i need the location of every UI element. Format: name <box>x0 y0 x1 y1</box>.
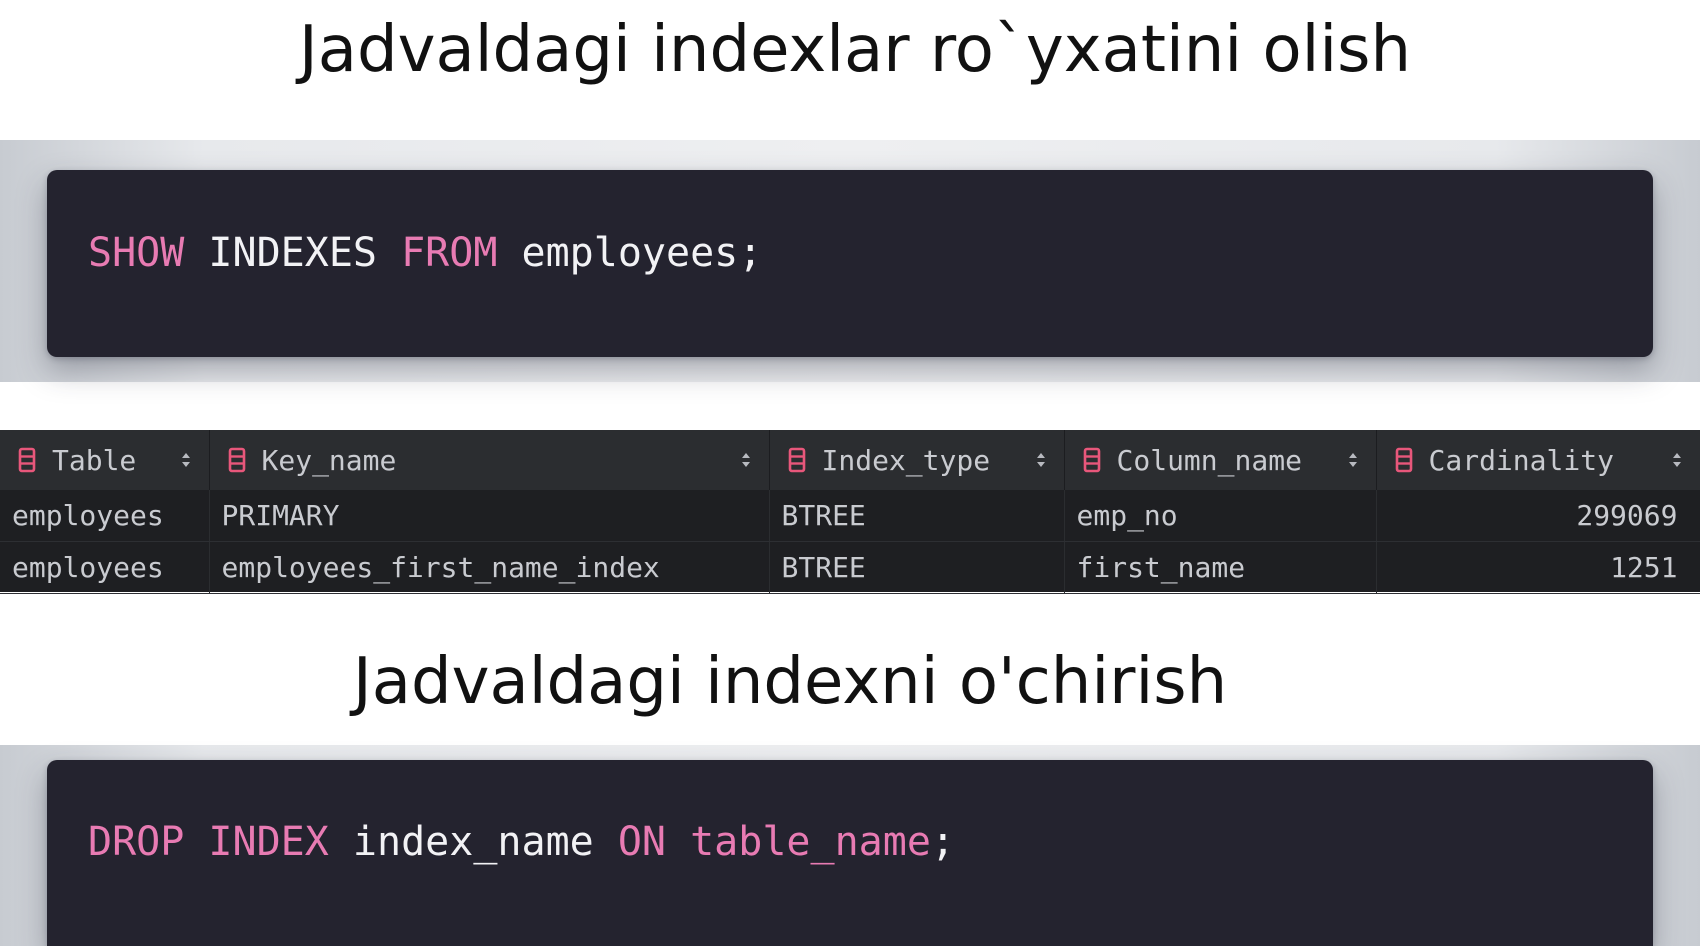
keyword-from: FROM <box>401 230 498 276</box>
sort-arrows-icon[interactable] <box>1670 449 1684 471</box>
column-label-index-type: Index_type <box>821 443 991 477</box>
results-header-row: Table Key_name Index_type Column_name Ca… <box>0 430 1700 490</box>
column-header-cardinality[interactable]: Cardinality <box>1376 430 1700 490</box>
code-text-employees: employees; <box>497 230 763 276</box>
cell-table[interactable]: employees <box>0 541 210 594</box>
column-label-cardinality: Cardinality <box>1428 443 1614 477</box>
code-text-table-name: table_name <box>690 819 931 865</box>
keyword-show: SHOW <box>88 230 185 276</box>
column-label-key-name: Key_name <box>261 443 397 477</box>
code-text-indexes: INDEXES <box>184 230 402 276</box>
sort-arrows-icon[interactable] <box>1346 449 1360 471</box>
keyword-on: ON <box>617 819 666 865</box>
cell-key-name[interactable]: employees_first_name_index <box>209 541 770 594</box>
column-label-column-name: Column_name <box>1116 443 1302 477</box>
column-header-table[interactable]: Table <box>0 430 210 490</box>
column-header-key-name[interactable]: Key_name <box>209 430 770 490</box>
sort-arrows-icon[interactable] <box>179 449 193 471</box>
table-column-icon <box>228 447 245 473</box>
table-column-icon <box>1395 447 1412 473</box>
column-header-index-type[interactable]: Index_type <box>769 430 1065 490</box>
cell-index-type[interactable]: BTREE <box>769 541 1065 594</box>
cell-cardinality[interactable]: 1251 <box>1376 541 1700 594</box>
cell-column-name[interactable]: first_name <box>1064 541 1377 594</box>
cell-index-type[interactable]: BTREE <box>769 490 1065 542</box>
code-band-drop: DROP INDEX index_name ON table_name; <box>0 745 1700 946</box>
column-header-column-name[interactable]: Column_name <box>1064 430 1377 490</box>
heading-list-indexes-text: Jadvaldagi indexlar ro`yxatini olish <box>298 13 1412 87</box>
heading-drop-index: Jadvaldagi indexni o'chirish <box>0 650 1700 714</box>
code-text-space <box>666 819 690 865</box>
code-line-show-indexes: SHOW INDEXES FROM employees; <box>88 230 762 276</box>
code-line-drop-index: DROP INDEX index_name ON table_name; <box>88 819 955 865</box>
table-column-icon <box>788 447 805 473</box>
cell-cardinality[interactable]: 299069 <box>1376 490 1700 542</box>
sort-arrows-icon[interactable] <box>739 449 753 471</box>
table-row[interactable]: employees employees_first_name_index BTR… <box>0 541 1700 594</box>
cell-table[interactable]: employees <box>0 490 210 542</box>
code-block-drop-index: DROP INDEX index_name ON table_name; <box>47 760 1653 946</box>
code-text-index-name: index_name <box>328 819 618 865</box>
results-table-panel: Table Key_name Index_type Column_name Ca… <box>0 430 1700 594</box>
table-column-icon <box>18 447 36 473</box>
heading-drop-index-text: Jadvaldagi indexni o'chirish <box>352 645 1228 719</box>
column-label-table: Table <box>52 443 137 477</box>
code-block-show-indexes: SHOW INDEXES FROM employees; <box>47 170 1653 357</box>
results-table: Table Key_name Index_type Column_name Ca… <box>0 430 1700 594</box>
code-text-semicolon: ; <box>930 819 955 865</box>
table-row[interactable]: employees PRIMARY BTREE emp_no 299069 <box>0 490 1700 542</box>
table-column-icon <box>1083 447 1100 473</box>
sort-arrows-icon[interactable] <box>1034 449 1048 471</box>
slide: Jadvaldagi indexlar ro`yxatini olish SHO… <box>0 0 1700 946</box>
keyword-drop-index: DROP INDEX <box>88 819 329 865</box>
cell-column-name[interactable]: emp_no <box>1064 490 1377 542</box>
heading-list-indexes: Jadvaldagi indexlar ro`yxatini olish <box>0 18 1700 82</box>
cell-key-name[interactable]: PRIMARY <box>209 490 770 542</box>
code-band-show: SHOW INDEXES FROM employees; <box>0 140 1700 382</box>
